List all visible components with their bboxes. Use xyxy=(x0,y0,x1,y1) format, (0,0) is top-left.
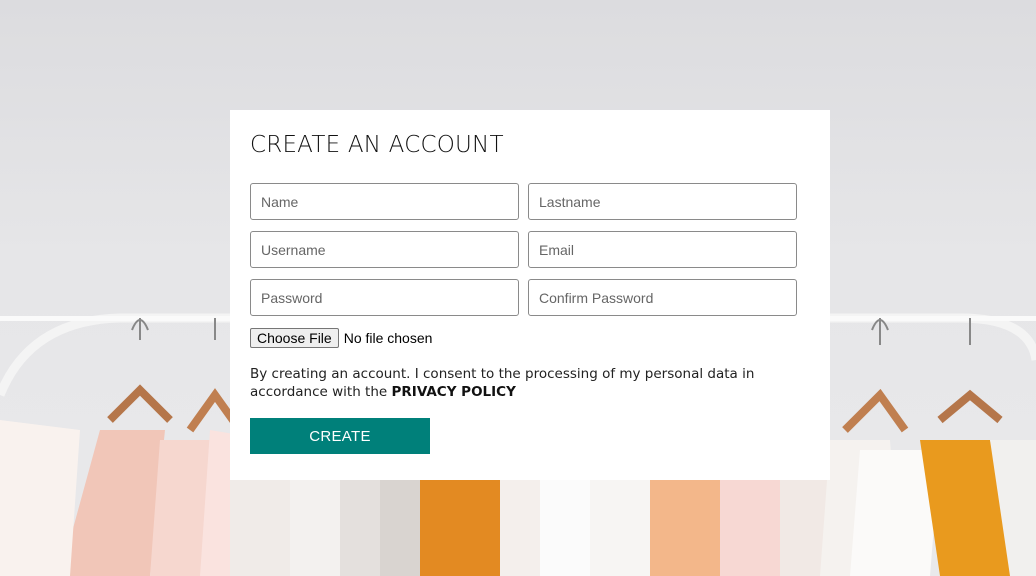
file-status-text: No file chosen xyxy=(343,330,433,346)
password-input[interactable] xyxy=(250,279,519,316)
privacy-policy-link[interactable]: PRIVACY POLICY xyxy=(392,384,516,400)
choose-file-button[interactable]: Choose File xyxy=(250,328,339,348)
create-button[interactable]: CREATE xyxy=(250,418,430,454)
email-input[interactable] xyxy=(528,231,797,268)
name-input[interactable] xyxy=(250,183,519,220)
confirm-password-input[interactable] xyxy=(528,279,797,316)
consent-text: By creating an account. I consent to the… xyxy=(250,365,810,401)
form-fields-grid xyxy=(250,183,810,316)
create-account-card: CREATE AN ACCOUNT Choose File No file ch… xyxy=(230,110,830,480)
lastname-input[interactable] xyxy=(528,183,797,220)
form-title: CREATE AN ACCOUNT xyxy=(250,132,504,158)
file-upload: Choose File No file chosen xyxy=(250,328,810,348)
username-input[interactable] xyxy=(250,231,519,268)
